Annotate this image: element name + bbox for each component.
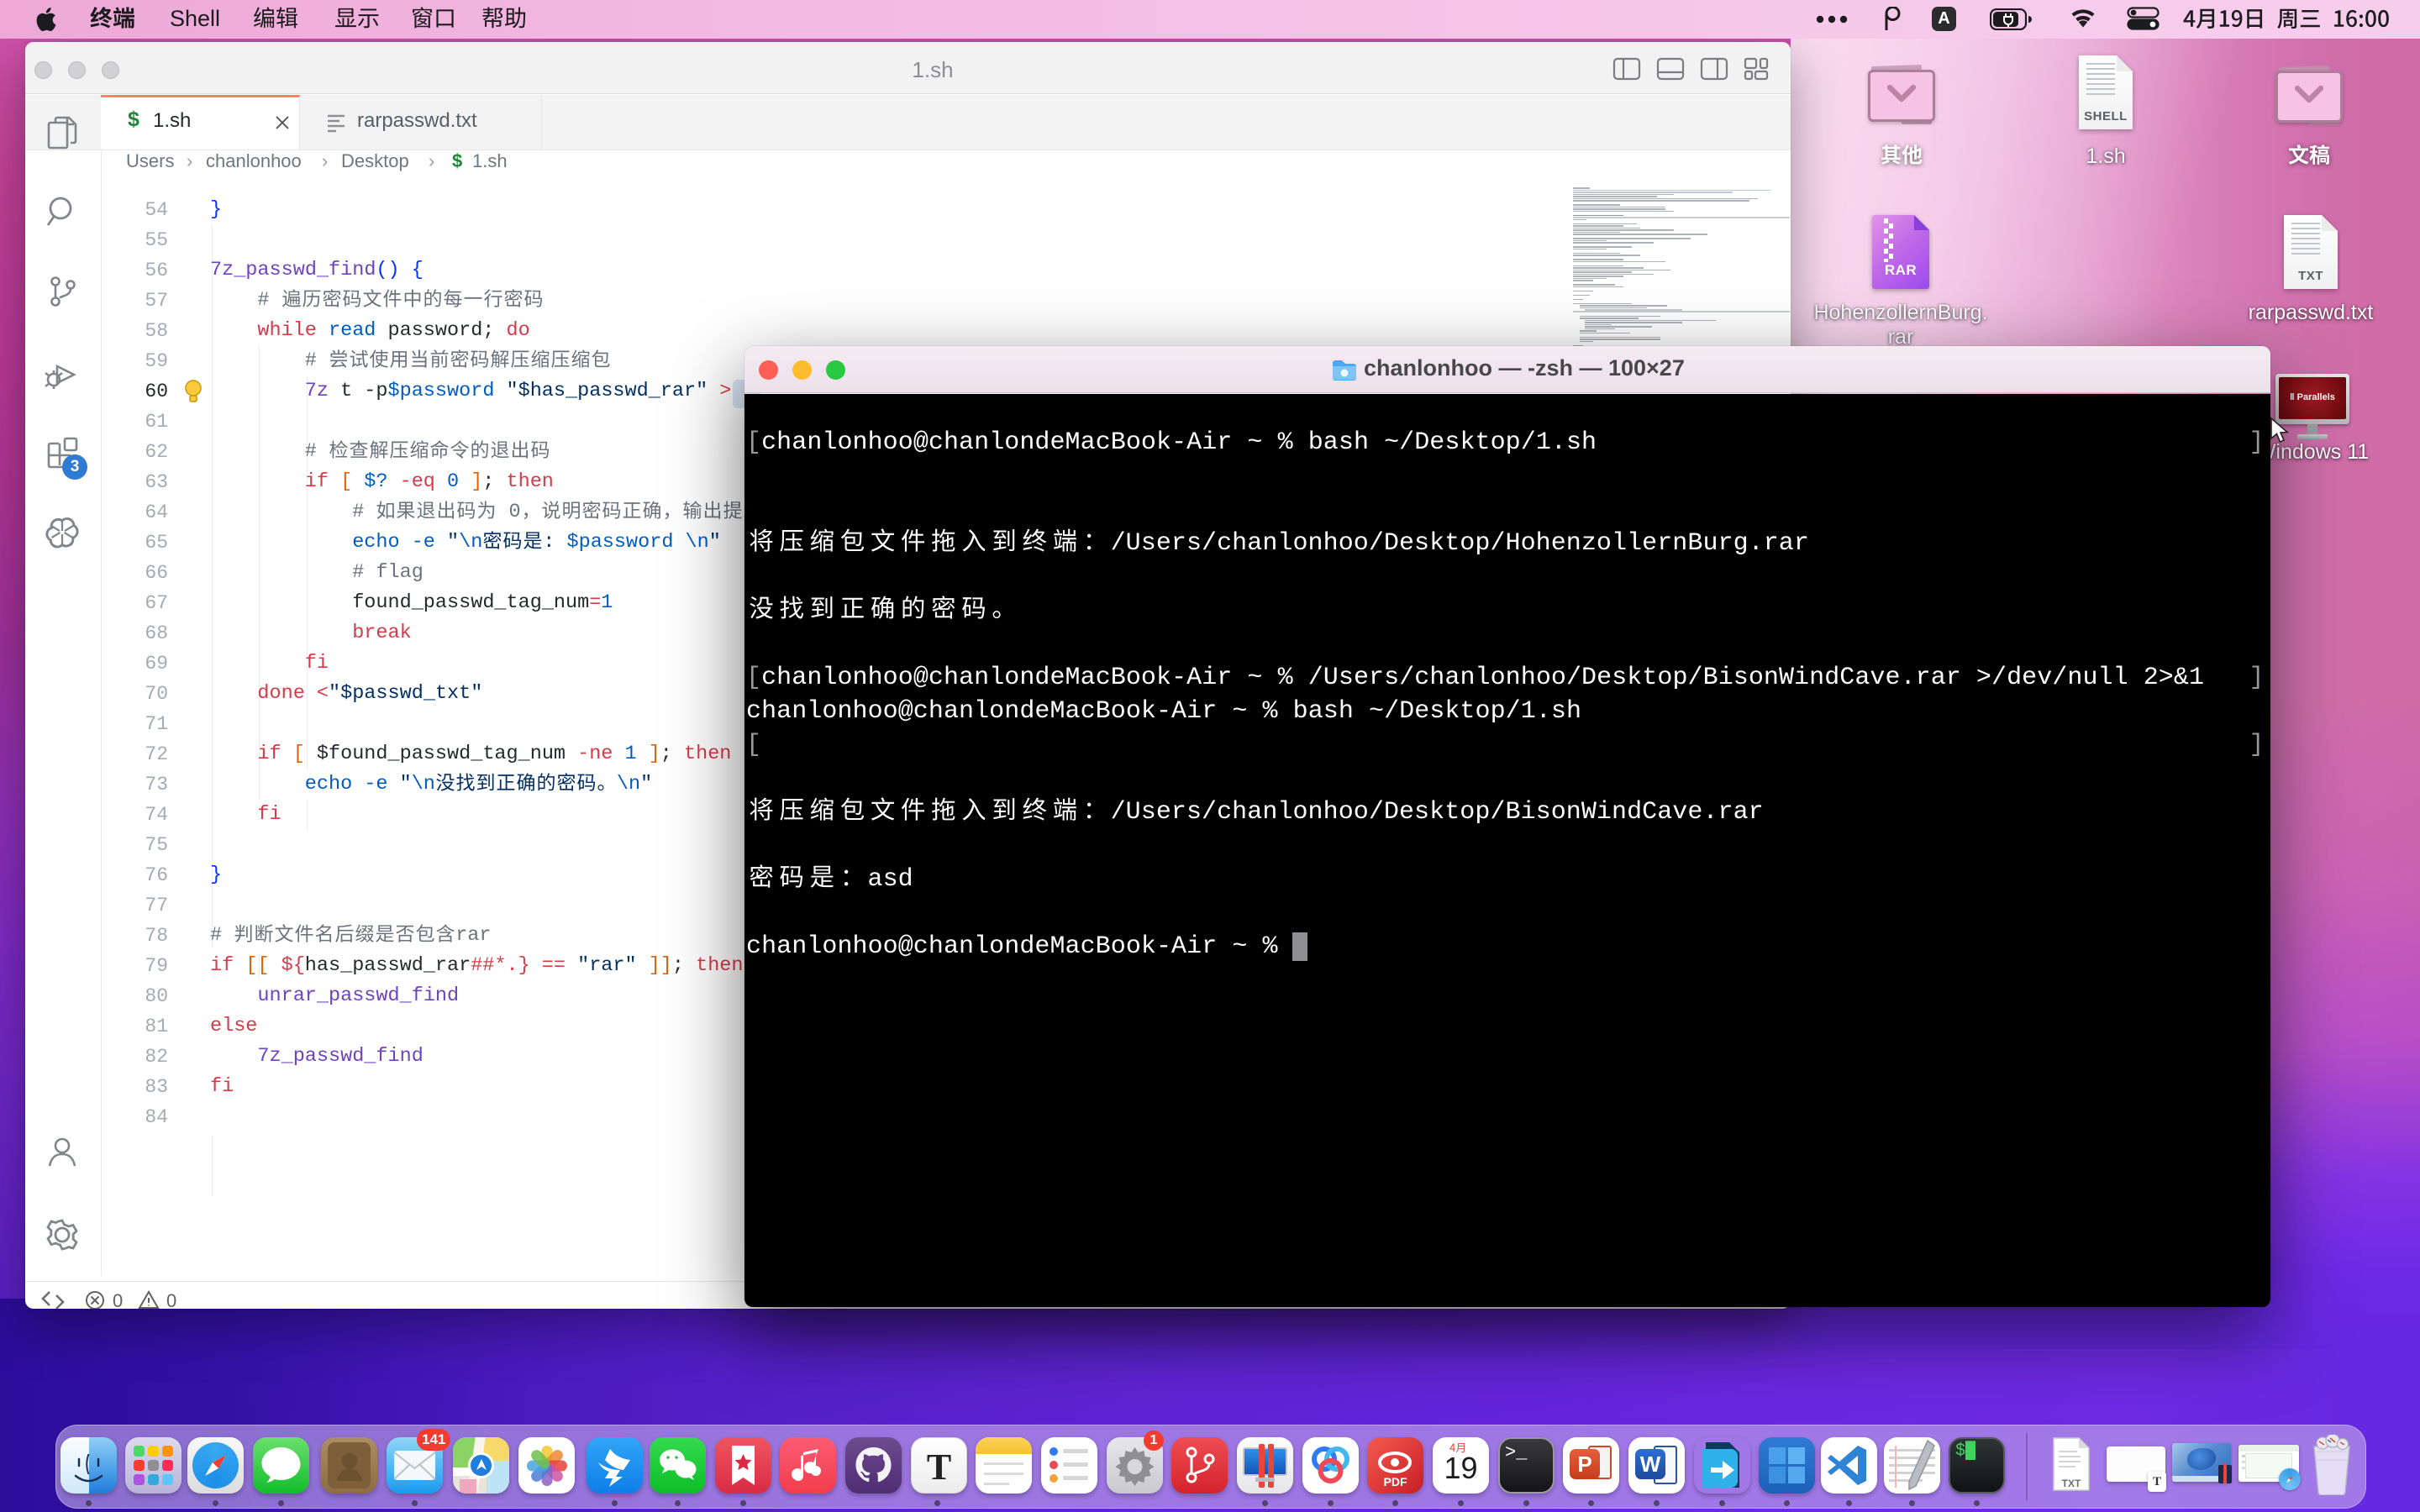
- svg-text:TXT: TXT: [2062, 1478, 2081, 1489]
